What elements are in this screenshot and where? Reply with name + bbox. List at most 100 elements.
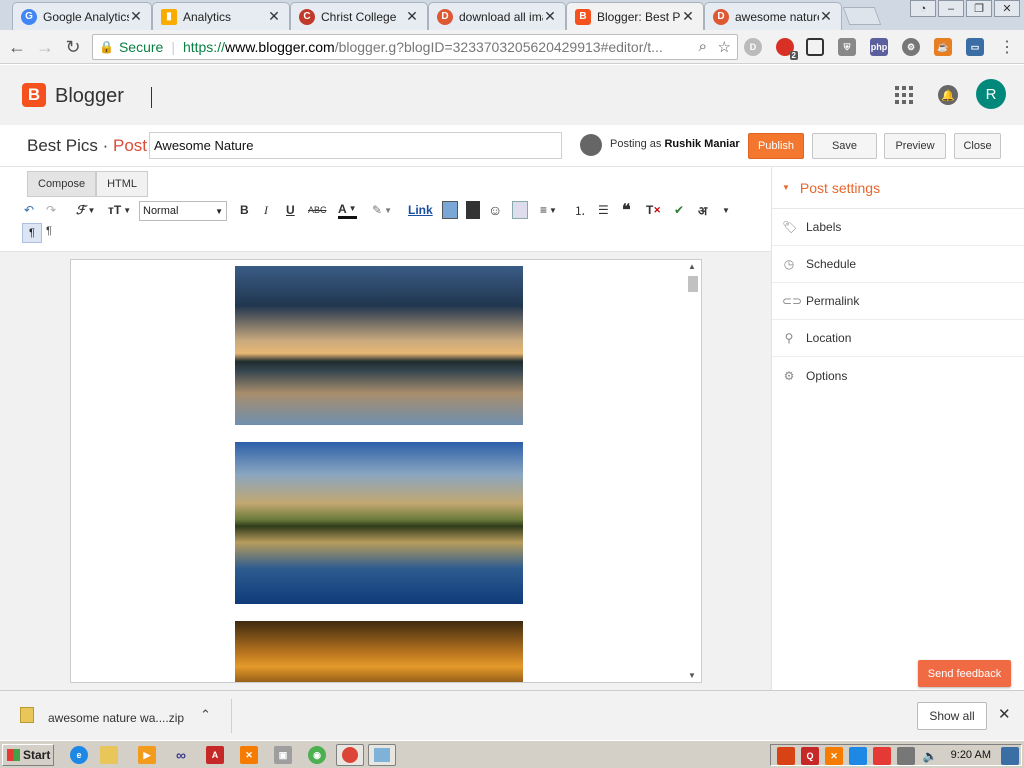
sidebar-item-schedule[interactable]: ◷ Schedule bbox=[772, 246, 1024, 283]
forward-icon[interactable]: → bbox=[34, 36, 56, 58]
insert-image-icon[interactable] bbox=[442, 201, 458, 219]
bold-icon[interactable]: B bbox=[240, 201, 249, 219]
start-button[interactable]: Start bbox=[2, 744, 54, 766]
monitor-extension-icon[interactable]: ▭ bbox=[966, 38, 984, 56]
tray-xampp-icon[interactable]: ✕ bbox=[825, 747, 843, 765]
tab-google-analytics[interactable]: G Google Analytics ✕ bbox=[12, 2, 152, 30]
undo-icon[interactable]: ↶ bbox=[24, 201, 34, 219]
blogger-brand[interactable]: Blogger bbox=[55, 85, 124, 108]
input-tools-icon[interactable]: अ bbox=[698, 201, 707, 219]
tab-blogger[interactable]: B Blogger: Best Pic ✕ bbox=[566, 2, 704, 30]
alignment-icon[interactable]: ≡ ▼ bbox=[540, 201, 557, 219]
chrome-window-button[interactable] bbox=[336, 744, 364, 766]
infinity-app-icon[interactable]: ∞ bbox=[172, 746, 190, 764]
bulleted-list-icon[interactable]: ☰ bbox=[598, 201, 609, 219]
save-button[interactable]: Save bbox=[812, 133, 877, 159]
blogger-logo-icon[interactable]: B bbox=[22, 83, 46, 107]
shield-extension-icon[interactable]: ⛨ bbox=[838, 38, 856, 56]
tab-analytics[interactable]: ▮ Analytics ✕ bbox=[152, 2, 290, 30]
apps-grid-icon[interactable] bbox=[895, 86, 913, 104]
numbered-list-icon[interactable]: ⒈ bbox=[574, 201, 586, 219]
close-icon[interactable]: ✕ bbox=[998, 705, 1011, 723]
redo-icon[interactable]: ↷ bbox=[46, 201, 56, 219]
sidebar-item-options[interactable]: ⚙ Options bbox=[772, 357, 1024, 394]
sidebar-item-permalink[interactable]: ⊂⊃ Permalink bbox=[772, 283, 1024, 320]
tab-christ-college[interactable]: C Christ College ✕ bbox=[290, 2, 428, 30]
tab-download-images[interactable]: D download all ima ✕ bbox=[428, 2, 566, 30]
minimize-button[interactable]: – bbox=[938, 0, 964, 17]
chrome-icon[interactable]: ◉ bbox=[308, 746, 326, 764]
paragraph-format-select[interactable]: Normal ▼ bbox=[139, 201, 227, 221]
tray-security-icon[interactable] bbox=[873, 747, 891, 765]
post-body-editor[interactable]: ▲ ▼ bbox=[70, 259, 702, 683]
java-extension-icon[interactable]: ☕ bbox=[934, 38, 952, 56]
bookmark-star-icon[interactable]: ☆ bbox=[718, 38, 731, 56]
media-player-icon[interactable]: ▶ bbox=[138, 746, 156, 764]
nature-image-orange-sky[interactable] bbox=[235, 621, 523, 682]
tab-compose[interactable]: Compose bbox=[27, 171, 97, 197]
remove-formatting-icon[interactable]: T ✕ bbox=[646, 201, 661, 219]
tab-awesome-nature[interactable]: D awesome nature ✕ bbox=[704, 2, 842, 30]
font-family-icon[interactable]: ℱ ▼ bbox=[76, 201, 95, 219]
ltr-direction-icon[interactable]: ¶ bbox=[22, 223, 42, 243]
close-icon[interactable]: ✕ bbox=[129, 8, 143, 25]
show-desktop-icon[interactable] bbox=[1001, 747, 1019, 765]
rtl-direction-icon[interactable]: ¶ bbox=[46, 225, 52, 237]
app-box-icon[interactable]: ▣ bbox=[274, 746, 292, 764]
scroll-thumb[interactable] bbox=[688, 276, 698, 292]
tray-q-icon[interactable]: Q bbox=[801, 747, 819, 765]
zoom-icon[interactable]: ⌕ bbox=[699, 38, 707, 55]
file-manager-window-button[interactable] bbox=[368, 744, 396, 766]
menu-icon[interactable]: ⋮ bbox=[996, 36, 1018, 58]
close-icon[interactable]: ✕ bbox=[543, 8, 557, 25]
tray-device-icon[interactable] bbox=[897, 747, 915, 765]
acrobat-icon[interactable]: A bbox=[206, 746, 224, 764]
notifications-bell-icon[interactable]: 🔔 bbox=[938, 85, 958, 105]
insert-video-icon[interactable] bbox=[466, 201, 480, 219]
reload-icon[interactable]: ↻ bbox=[62, 36, 84, 58]
post-settings-heading[interactable]: ▼ Post settings bbox=[772, 167, 1024, 209]
back-icon[interactable]: ← bbox=[6, 36, 28, 58]
show-all-button[interactable]: Show all bbox=[917, 702, 987, 730]
emoji-icon[interactable]: ☺ bbox=[488, 201, 502, 219]
close-icon[interactable]: ✕ bbox=[405, 8, 419, 25]
new-tab-button[interactable] bbox=[842, 7, 882, 25]
gear-extension-icon[interactable]: ⚙ bbox=[902, 38, 920, 56]
strikethrough-icon[interactable]: ABC bbox=[308, 201, 327, 219]
xampp-icon[interactable]: ✕ bbox=[240, 746, 258, 764]
sidebar-item-location[interactable]: ⚲ Location bbox=[772, 320, 1024, 357]
tab-html[interactable]: HTML bbox=[96, 171, 149, 197]
sidebar-item-labels[interactable]: 🏷 Labels bbox=[772, 209, 1024, 246]
scroll-down-icon[interactable]: ▼ bbox=[688, 671, 696, 680]
close-button[interactable]: Close bbox=[954, 133, 1001, 159]
blog-name[interactable]: Best Pics bbox=[27, 136, 98, 155]
close-icon[interactable]: ✕ bbox=[267, 8, 281, 25]
highlight-color-icon[interactable]: ✎ ▼ bbox=[372, 201, 392, 219]
restore-button[interactable]: ❐ bbox=[966, 0, 992, 17]
quote-icon[interactable]: ❝ bbox=[622, 201, 631, 219]
send-feedback-button[interactable]: Send feedback bbox=[918, 660, 1011, 687]
tray-app-icon[interactable] bbox=[777, 747, 795, 765]
folder-icon[interactable] bbox=[100, 746, 118, 764]
chevron-up-icon[interactable]: ⌃ bbox=[200, 707, 211, 723]
underline-icon[interactable]: U bbox=[286, 201, 295, 219]
chevron-down-icon[interactable]: ▼ bbox=[722, 201, 730, 219]
nature-image-sunset-lake[interactable] bbox=[235, 266, 523, 425]
font-size-icon[interactable]: тT ▼ bbox=[108, 201, 131, 219]
php-extension-icon[interactable]: php bbox=[870, 38, 888, 56]
spellcheck-icon[interactable]: ✔ bbox=[674, 201, 684, 219]
account-avatar[interactable]: R bbox=[976, 79, 1006, 109]
opera-extension-icon[interactable]: 2 bbox=[776, 38, 798, 60]
d-extension-icon[interactable]: D bbox=[744, 38, 762, 56]
italic-icon[interactable]: I bbox=[264, 201, 268, 219]
tray-network-icon[interactable] bbox=[849, 747, 867, 765]
address-bar[interactable]: 🔒 Secure | https:// www.blogger.com /blo… bbox=[92, 34, 738, 60]
close-icon[interactable]: ✕ bbox=[681, 8, 695, 25]
publish-button[interactable]: Publish bbox=[748, 133, 804, 159]
nature-image-tree-reflection[interactable] bbox=[235, 442, 523, 604]
volume-icon[interactable]: 🔈 bbox=[921, 747, 939, 765]
jump-break-icon[interactable] bbox=[512, 201, 528, 219]
close-window-button[interactable]: ✕ bbox=[994, 0, 1020, 17]
close-icon[interactable]: ✕ bbox=[819, 8, 833, 25]
screenshot-extension-icon[interactable] bbox=[806, 38, 824, 56]
